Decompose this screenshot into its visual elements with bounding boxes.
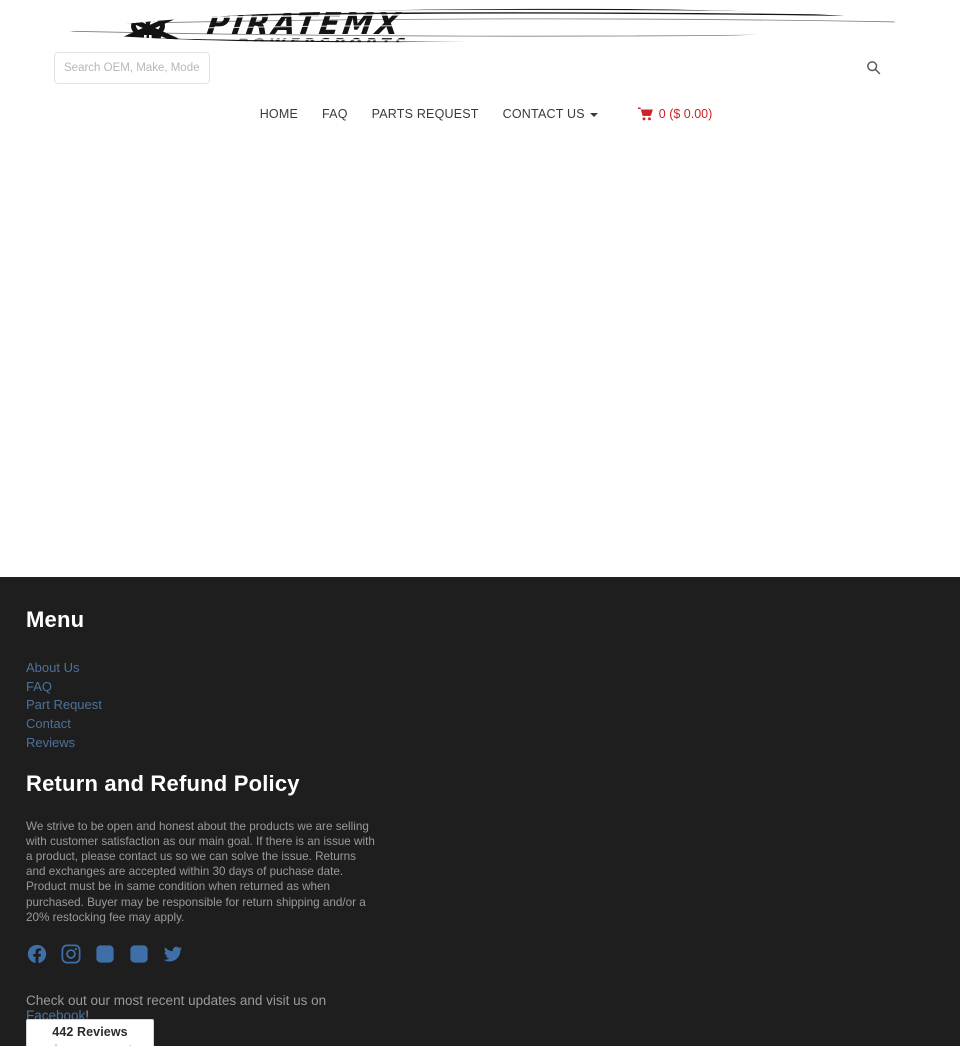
footer-link-part-request[interactable]: Part Request [26,697,102,712]
main-navigation: HOME FAQ PARTS REQUEST CONTACT US 0 ($ 0… [0,94,960,134]
reviews-count-label: 442 Reviews [52,1025,128,1039]
nav-label: FAQ [322,107,348,121]
twitter-icon[interactable] [162,943,184,965]
nav-item-parts-request[interactable]: PARTS REQUEST [360,107,491,121]
list-item: Contact [26,715,934,734]
social-links-row [26,943,934,965]
nav-item-faq[interactable]: FAQ [310,107,360,121]
nav-label: CONTACT US [502,107,585,121]
search-input[interactable] [54,52,210,84]
instagram-icon[interactable] [60,943,82,965]
nav-item-home[interactable]: HOME [248,107,310,121]
footer-link-contact[interactable]: Contact [26,716,71,731]
shopping-cart-icon [637,107,653,121]
list-item: About Us [26,659,934,678]
footer-menu-heading: Menu [26,607,85,632]
footer-link-faq[interactable]: FAQ [26,679,52,694]
footer-link-about-us[interactable]: About Us [26,660,79,675]
list-item: Part Request [26,696,934,715]
facebook-icon[interactable] [26,943,48,965]
return-refund-policy-text: We strive to be open and honest about th… [26,819,375,924]
footer-links-list: About Us FAQ Part Request Contact Review… [26,659,934,753]
list-item: FAQ [26,678,934,697]
search-icon[interactable] [864,60,882,78]
svg-text:POWERSPORTS: POWERSPORTS [235,35,410,53]
cta-prefix: Check out our most recent updates and vi… [26,992,327,1008]
youtube-icon[interactable] [128,943,150,965]
pirate-mx-powersports-logo[interactable]: PIRATEMX POWERSPORTS [60,6,900,54]
return-refund-policy-heading: Return and Refund Policy [26,770,300,796]
cart-button[interactable]: 0 ($ 0.00) [610,107,713,121]
list-item: Reviews [26,734,934,753]
nav-item-contact-us[interactable]: CONTACT US [491,107,610,121]
pinterest-icon[interactable] [94,943,116,965]
nav-label: PARTS REQUEST [371,107,479,121]
site-footer: Menu About Us FAQ Part Request Contact R… [0,577,960,1046]
footer-link-reviews[interactable]: Reviews [26,735,75,750]
nav-label: HOME [259,107,299,121]
site-header: PIRATEMX POWERSPORTS Search OEM, Make, M… [0,0,960,134]
search-row [0,52,960,94]
shopper-approved-badge[interactable]: 442 Reviews Shopper Approved [26,1019,154,1046]
chevron-down-icon [589,113,598,117]
logo-container[interactable]: PIRATEMX POWERSPORTS [0,0,960,52]
reviews-badge-container[interactable]: 442 Reviews Shopper Approved [26,1019,154,1046]
cart-label: 0 ($ 0.00) [658,107,713,121]
main-content-area [0,134,960,577]
